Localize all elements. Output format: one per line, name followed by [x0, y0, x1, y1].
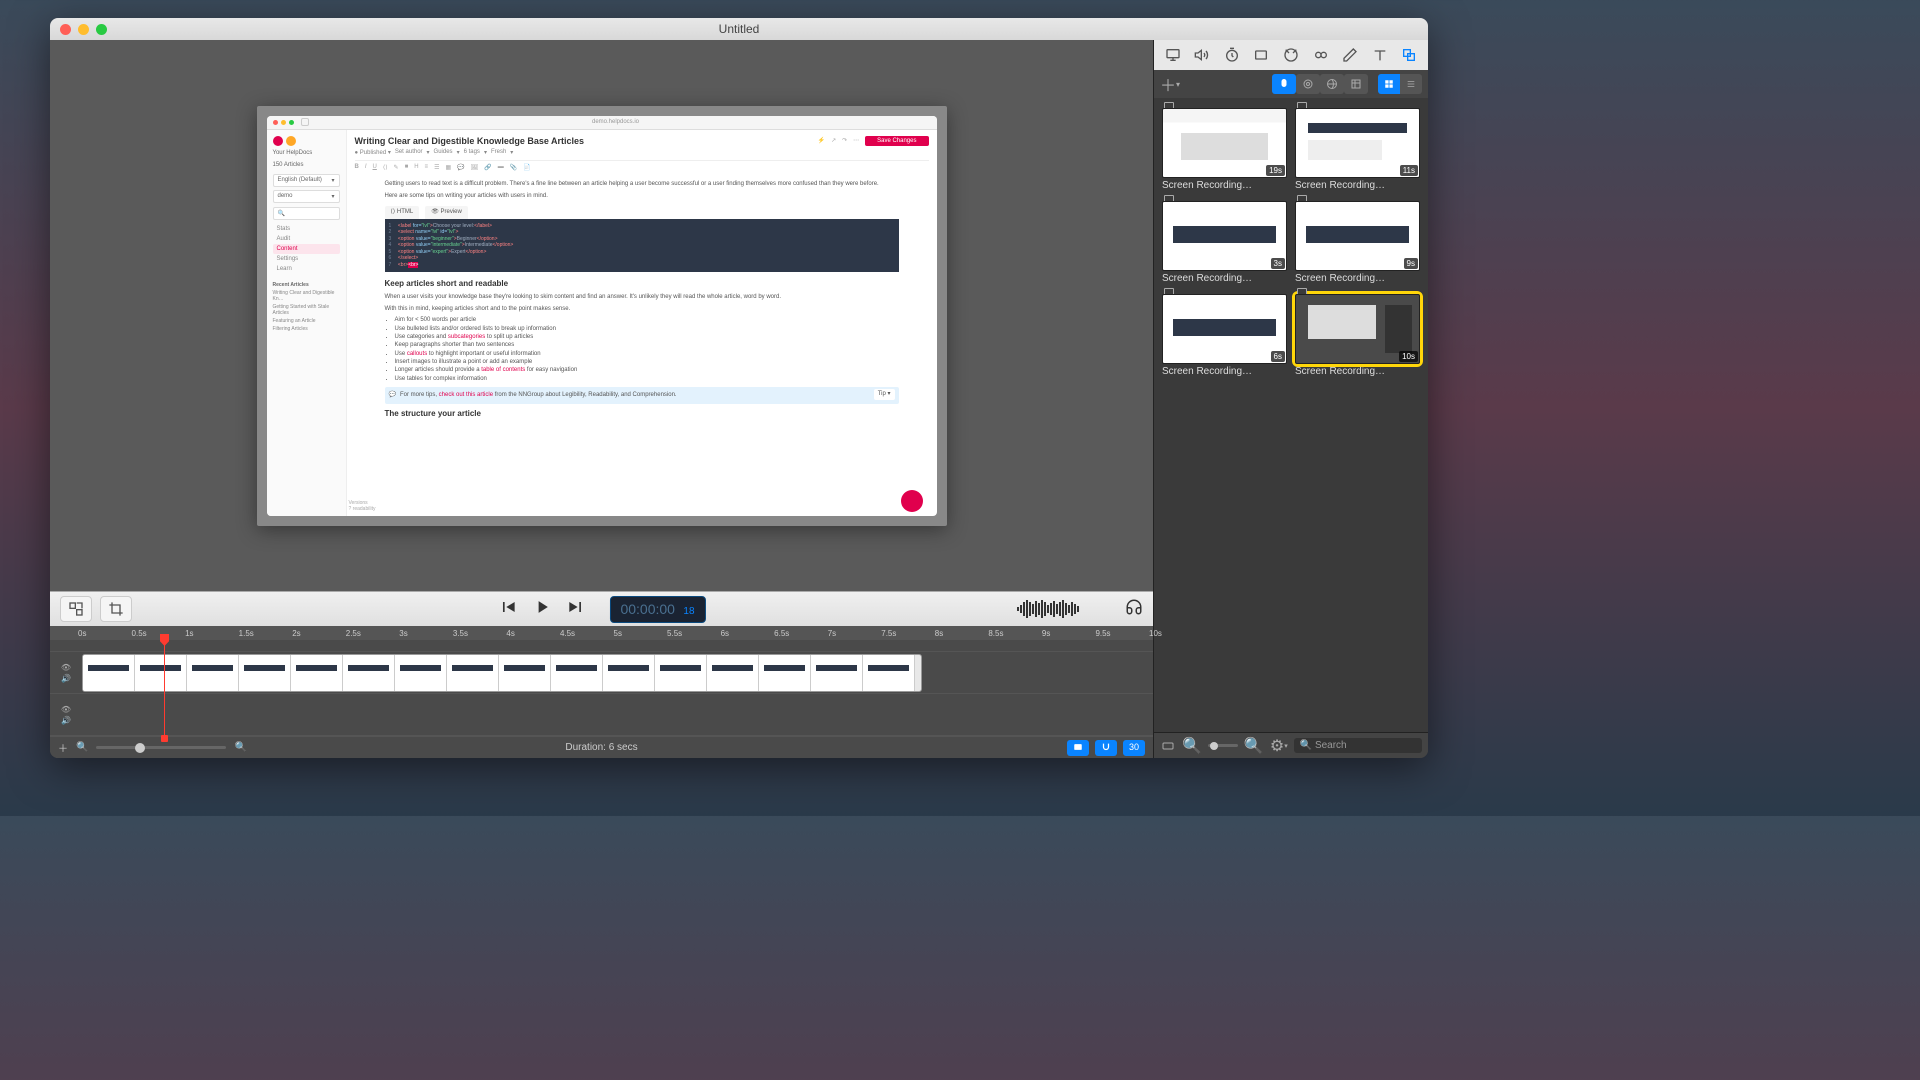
browser-sidebar: Your HelpDocs 150 Articles English (Defa… — [267, 130, 347, 516]
keyboard-icon[interactable] — [1160, 740, 1176, 752]
timeline-ruler[interactable]: 0s0.5s1s1.5s2s2.5s3s3.5s4s4.5s5s5.5s6s6.… — [50, 626, 1153, 640]
timeline: 0s0.5s1s1.5s2s2.5s3s3.5s4s4.5s5s5.5s6s6.… — [50, 626, 1153, 758]
zoom-in-icon[interactable]: 🔍 — [234, 742, 246, 753]
duration-badge: 6s — [1271, 351, 1285, 362]
media-thumbnail — [1162, 201, 1287, 271]
text-tool[interactable] — [1369, 44, 1391, 66]
layers-button[interactable] — [60, 596, 92, 622]
grid-view-button[interactable] — [1378, 74, 1400, 94]
media-tabs: ＋▾ — [1154, 70, 1428, 98]
duration-badge: 11s — [1400, 165, 1418, 176]
media-item[interactable]: 9s Screen Recording… — [1295, 201, 1420, 284]
magnet-icon[interactable] — [1095, 740, 1117, 756]
duration-badge: 3s — [1271, 258, 1285, 269]
add-track-button[interactable]: ＋ — [58, 740, 68, 755]
browser-chrome: demo.helpdocs.io — [267, 116, 937, 130]
media-item[interactable]: 11s Screen Recording… — [1295, 108, 1420, 191]
media-name: Screen Recording… — [1295, 273, 1420, 284]
play-button[interactable] — [531, 597, 551, 622]
thumb-size-slider[interactable] — [1208, 744, 1238, 747]
browser-body: Your HelpDocs 150 Articles English (Defa… — [267, 130, 937, 516]
recorded-browser: demo.helpdocs.io Your HelpDocs 150 Artic… — [267, 116, 937, 516]
link-tool[interactable] — [1310, 44, 1332, 66]
sidebar-nav: Stats Audit Content Settings Learn — [273, 224, 340, 274]
media-name: Screen Recording… — [1162, 273, 1287, 284]
duplicate-tool[interactable] — [1398, 44, 1420, 66]
playback-bar: 00:00:00 18 — [50, 591, 1153, 626]
media-thumbnail — [1162, 294, 1287, 364]
media-name: Screen Recording… — [1295, 180, 1420, 191]
tab-clips[interactable] — [1272, 74, 1296, 94]
search-input[interactable]: 🔍 Search — [1294, 738, 1422, 753]
timer-tool[interactable] — [1221, 44, 1243, 66]
media-item[interactable]: 19s Screen Recording… — [1162, 108, 1287, 191]
close-button[interactable] — [60, 24, 71, 35]
settings-icon[interactable]: ⚙▾ — [1270, 736, 1288, 756]
app-window: Untitled demo.helpdocs.io — [50, 18, 1428, 758]
audio-icon[interactable]: 🔊 — [61, 716, 71, 725]
traffic-lights — [50, 24, 107, 35]
crop-button[interactable] — [100, 596, 132, 622]
media-item[interactable]: 3s Screen Recording… — [1162, 201, 1287, 284]
media-name: Screen Recording… — [1295, 366, 1420, 377]
chat-widget-icon — [901, 490, 923, 512]
canvas[interactable]: demo.helpdocs.io Your HelpDocs 150 Artic… — [50, 40, 1153, 591]
media-name: Screen Recording… — [1162, 180, 1287, 191]
media-item[interactable]: 10s Screen Recording… — [1295, 294, 1420, 377]
headphones-icon[interactable] — [1125, 598, 1143, 621]
media-footer: 🔍 🔍 ⚙▾ 🔍 Search — [1154, 732, 1428, 758]
audio-meter — [1017, 599, 1117, 619]
track-controls: 👁 🔊 👁 🔊 — [50, 640, 82, 736]
frame-tool[interactable] — [1250, 44, 1272, 66]
main-area: demo.helpdocs.io Your HelpDocs 150 Artic… — [50, 40, 1153, 758]
media-thumbnail — [1295, 201, 1420, 271]
playhead[interactable] — [164, 640, 165, 736]
audio-track[interactable] — [82, 694, 1153, 736]
canvas-clip[interactable]: demo.helpdocs.io Your HelpDocs 150 Artic… — [257, 106, 947, 526]
audio-icon[interactable]: 🔊 — [61, 674, 71, 683]
window-title: Untitled — [719, 22, 760, 36]
media-panel: ＋▾ 19s Screen Recording… — [1153, 40, 1428, 758]
address-bar: demo.helpdocs.io — [312, 119, 920, 125]
cursor-tool[interactable] — [1280, 44, 1302, 66]
visibility-icon[interactable]: 👁 — [61, 663, 71, 672]
add-media-button[interactable]: ＋▾ — [1160, 74, 1180, 94]
zoom-out-icon[interactable]: 🔍 — [76, 742, 88, 753]
duration-label: Duration: 6 secs — [565, 742, 637, 753]
prev-button[interactable] — [497, 597, 517, 622]
fps-badge[interactable]: 30 — [1123, 740, 1145, 756]
visibility-icon[interactable]: 👁 — [61, 705, 71, 714]
search-icon[interactable]: 🔍 — [1182, 736, 1202, 756]
media-name: Screen Recording… — [1162, 366, 1287, 377]
list-view-button[interactable] — [1400, 74, 1422, 94]
zoom-slider[interactable] — [96, 746, 226, 749]
next-button[interactable] — [565, 597, 585, 622]
duration-badge: 10s — [1399, 351, 1418, 362]
timecode: 00:00:00 18 — [609, 596, 705, 623]
timeline-footer: ＋ 🔍 🔍 Duration: 6 secs 30 — [50, 736, 1153, 758]
tab-transitions[interactable] — [1296, 74, 1320, 94]
timeline-clip[interactable]: Screen Recording 21/10/2020 — [82, 654, 922, 692]
duration-badge: 9s — [1404, 258, 1418, 269]
window-body: demo.helpdocs.io Your HelpDocs 150 Artic… — [50, 40, 1428, 758]
titlebar[interactable]: Untitled — [50, 18, 1428, 40]
tab-web[interactable] — [1320, 74, 1344, 94]
media-item[interactable]: 6s Screen Recording… — [1162, 294, 1287, 377]
pen-tool[interactable] — [1339, 44, 1361, 66]
annotation-toolbar — [1154, 40, 1428, 70]
zoom-button[interactable] — [96, 24, 107, 35]
search-icon[interactable]: 🔍 — [1244, 736, 1264, 756]
screen-tool[interactable] — [1162, 44, 1184, 66]
browser-main: Writing Clear and Digestible Knowledge B… — [347, 130, 937, 516]
export-icon[interactable] — [1067, 740, 1089, 756]
video-track[interactable]: Screen Recording 21/10/2020 — [82, 652, 1153, 694]
tracks-area[interactable]: Screen Recording 21/10/2020 — [82, 640, 1153, 736]
media-grid: 19s Screen Recording… 11s Screen Recordi… — [1154, 98, 1428, 732]
minimize-button[interactable] — [78, 24, 89, 35]
tab-library[interactable] — [1344, 74, 1368, 94]
duration-badge: 19s — [1266, 165, 1285, 176]
audio-tool[interactable] — [1191, 44, 1213, 66]
